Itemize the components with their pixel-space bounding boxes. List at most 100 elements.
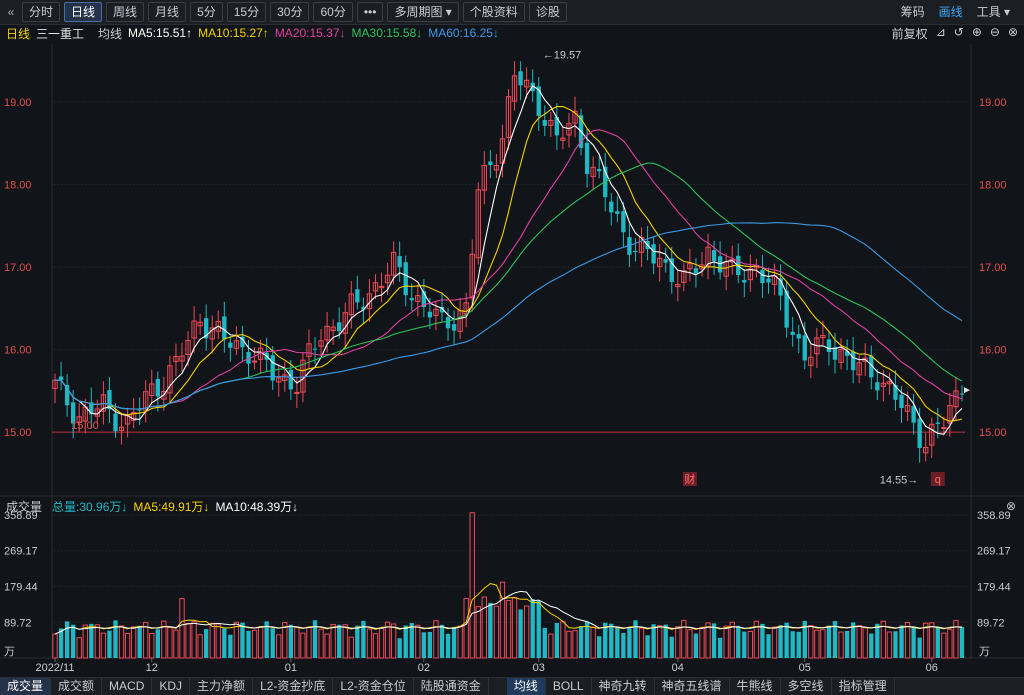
volume-bar (850, 622, 856, 658)
x-tick-label: 01 (285, 662, 297, 674)
volume-bar (886, 631, 893, 659)
volume-bar (862, 627, 868, 659)
volume-bar (155, 629, 160, 658)
volume-bar (294, 626, 300, 659)
tab-kdj[interactable]: KDJ (152, 678, 191, 695)
tab-ma[interactable]: 均线 (506, 678, 546, 695)
candle-body (935, 422, 940, 424)
volume-bar (137, 625, 142, 658)
volume-bar (766, 634, 771, 658)
volume-bar (469, 512, 475, 659)
volume-bar (173, 629, 179, 659)
volume-bar (390, 623, 397, 659)
volume-bar (324, 633, 330, 659)
volume-bar (439, 624, 445, 658)
volume-bar (488, 602, 493, 658)
tab-long-short[interactable]: 多空线 (781, 678, 832, 695)
volume-bar (130, 626, 137, 659)
tab-bull-bear[interactable]: 牛熊线 (730, 678, 781, 695)
tab-northbound[interactable]: 陆股通资金 (414, 678, 489, 695)
candle-body (802, 335, 807, 361)
volume-bar (717, 637, 723, 658)
candle-body (403, 262, 408, 296)
price-tick-label-right: 19.00 (979, 97, 1007, 109)
candle-body (911, 406, 916, 423)
volume-bar (675, 626, 681, 659)
volume-bar (941, 632, 947, 659)
tab-l2-bottom[interactable]: L2-资金抄底 (253, 678, 334, 695)
candle-body (850, 351, 856, 371)
volume-bar (493, 605, 500, 659)
volume-bar (711, 623, 717, 658)
candle-body (409, 297, 414, 301)
volume-bar (669, 636, 674, 658)
price-tick-label-left: 18.00 (4, 179, 32, 191)
volume-bar (590, 626, 596, 659)
volume-bar (209, 622, 215, 659)
tab-boll[interactable]: BOLL (546, 678, 592, 695)
volume-bar (953, 620, 959, 659)
volume-bar (378, 627, 385, 659)
volume-bar (204, 629, 209, 658)
volume-bar (100, 632, 107, 659)
kline-chart[interactable]: 15.00 15.00 16.00 16.00 17.00 17.00 18.00 18.00… (0, 0, 1024, 677)
volume-bar (869, 633, 874, 658)
tab-l2-position[interactable]: L2-资金仓位 (333, 678, 414, 695)
volume-bar (421, 632, 427, 658)
volume-bar (457, 625, 463, 659)
volume-bar (64, 621, 70, 658)
volume-bar (523, 605, 530, 659)
volume-bar (554, 622, 560, 658)
candle-body (58, 376, 64, 381)
volume-bar (366, 628, 373, 659)
volume-bar (312, 620, 318, 658)
volume-bar (723, 625, 729, 659)
tab-main-net[interactable]: 主力净额 (190, 678, 254, 695)
candle-body (155, 379, 160, 397)
tab-volume[interactable]: 成交量 (0, 678, 52, 695)
tab-magic-nine[interactable]: 神奇九转 (592, 678, 655, 695)
volume-bar (118, 625, 125, 659)
volume-bar (747, 630, 754, 659)
candle-body (294, 391, 300, 394)
volume-bar (771, 626, 778, 659)
ma60-line (54, 222, 963, 410)
candle-body (288, 370, 294, 390)
volume-bar (790, 631, 795, 658)
indicator-tabbar: 成交量 成交额 MACD KDJ 主力净额 L2-资金抄底 L2-资金仓位 陆股… (0, 677, 1024, 695)
volume-bar (911, 626, 916, 658)
candle-body (669, 258, 674, 282)
volume-bar (875, 623, 880, 658)
candle-body (760, 269, 765, 284)
x-tick-label: 2022/11 (36, 662, 75, 674)
volume-tick-label-right: 89.72 (977, 617, 1005, 629)
volume-bar (856, 625, 862, 659)
volume-bar (566, 630, 572, 659)
price-tick-label-right: 16.00 (979, 345, 1007, 357)
volume-tick-label-left: 89.72 (4, 617, 32, 629)
candle-body (742, 279, 747, 283)
candle-body (899, 394, 904, 409)
candle-body (397, 256, 402, 268)
volume-bar (663, 624, 668, 658)
candle-body (542, 120, 547, 126)
candle-body (790, 331, 795, 335)
tab-turnover[interactable]: 成交额 (51, 678, 103, 695)
tab-magic-five[interactable]: 神奇五线谱 (655, 678, 730, 695)
volume-tick-label-right: 358.89 (977, 510, 1011, 522)
volume-bar (560, 621, 566, 659)
tab-macd[interactable]: MACD (102, 678, 153, 695)
candle-body (597, 168, 602, 172)
volume-bar (597, 636, 602, 658)
price-annotation: 14.55→ (880, 474, 919, 486)
tab-indicator-manage[interactable]: 指标管理 (832, 678, 895, 695)
volume-bar (337, 624, 342, 658)
x-tick-label: 04 (672, 662, 684, 674)
volume-bar (415, 624, 421, 659)
event-marker: q (935, 474, 941, 486)
volume-bar (645, 635, 650, 658)
volume-bar (621, 633, 626, 658)
volume-tick-label-right: 179.44 (977, 582, 1011, 594)
volume-bar (306, 626, 312, 659)
candle-body (826, 339, 832, 352)
